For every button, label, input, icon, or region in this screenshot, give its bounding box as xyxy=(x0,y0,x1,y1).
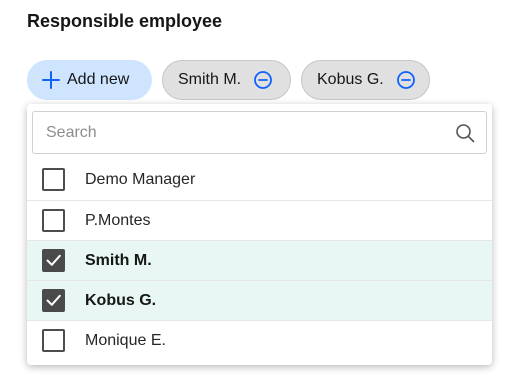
chip-kobus-g: Kobus G. xyxy=(301,60,430,100)
checkmark-icon xyxy=(46,254,61,266)
list-item[interactable]: P.Montes xyxy=(27,200,492,240)
add-new-button[interactable]: Add new xyxy=(27,60,152,100)
search-box xyxy=(32,111,487,154)
checkbox[interactable] xyxy=(42,289,65,312)
list-item[interactable]: Demo Manager xyxy=(27,160,492,200)
list-item[interactable]: Smith M. xyxy=(27,240,492,280)
list-item[interactable]: Kobus G. xyxy=(27,280,492,320)
list-item-label: Demo Manager xyxy=(85,171,196,188)
list-item-label: Kobus G. xyxy=(85,292,157,309)
responsible-employee-field: Responsible employee Add new Smith M. Ko… xyxy=(0,0,521,385)
plus-icon xyxy=(42,71,60,89)
minus-circle-icon[interactable] xyxy=(253,70,273,90)
chip-label: Smith M. xyxy=(178,71,242,88)
employee-list: Demo Manager P.Montes Smith M. Kobus G. … xyxy=(27,160,492,360)
minus-circle-icon[interactable] xyxy=(396,70,416,90)
list-item-label: P.Montes xyxy=(85,212,151,229)
list-item-label: Monique E. xyxy=(85,332,166,349)
chip-label: Kobus G. xyxy=(317,71,384,88)
add-new-label: Add new xyxy=(67,71,130,88)
checkbox[interactable] xyxy=(42,209,65,232)
checkmark-icon xyxy=(46,294,61,306)
checkbox[interactable] xyxy=(42,168,65,191)
field-label: Responsible employee xyxy=(27,11,223,31)
checkbox[interactable] xyxy=(42,329,65,352)
list-item-label: Smith M. xyxy=(85,252,152,269)
list-item[interactable]: Monique E. xyxy=(27,320,492,360)
employee-dropdown: Demo Manager P.Montes Smith M. xyxy=(27,104,492,365)
chip-smith-m: Smith M. xyxy=(162,60,291,100)
search-icon[interactable] xyxy=(455,123,475,143)
search-input[interactable] xyxy=(33,112,443,153)
checkbox[interactable] xyxy=(42,249,65,272)
